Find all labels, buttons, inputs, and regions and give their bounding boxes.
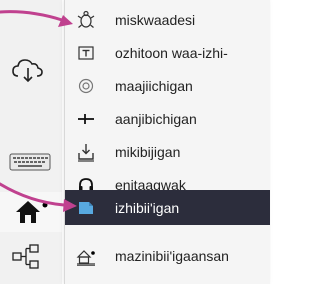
menu-item-label: ozhitoon waa-izhi- xyxy=(115,44,228,61)
menu-item-label: maajiichigan xyxy=(115,77,193,94)
menu-item-mazinibiiigaansan[interactable]: mazinibii'igaansan xyxy=(65,239,270,272)
turtle-icon xyxy=(75,9,97,31)
menu-item-label: mazinibii'igaansan xyxy=(115,247,229,264)
diagram-button[interactable] xyxy=(0,237,62,277)
cloud-download-icon xyxy=(12,59,43,83)
document-folded-icon xyxy=(75,197,97,219)
keyboard-button[interactable] xyxy=(0,142,62,182)
menu-item-miskwaadesi[interactable]: miskwaadesi xyxy=(65,3,270,36)
menu-item-mikibijigan[interactable]: mikibijigan xyxy=(65,135,270,168)
menu-item-label: mikibijigan xyxy=(115,143,181,160)
left-toolbar xyxy=(0,0,62,284)
menu-item-label: izhibii'igan xyxy=(115,199,180,216)
app-window: miskwaadesi ozhitoon waa-izhi- maajiichi… xyxy=(0,0,270,284)
diagram-icon xyxy=(12,244,39,269)
dropdown-menu: miskwaadesi ozhitoon waa-izhi- maajiichi… xyxy=(64,0,270,284)
adjust-slider-icon xyxy=(75,108,97,130)
cloud-download-button[interactable] xyxy=(0,50,62,90)
menu-item-maajiichigan[interactable]: maajiichigan xyxy=(65,69,270,102)
menu-item-label: aanjibichigan xyxy=(115,110,197,127)
menu-item-izhibiiigan[interactable]: izhibii'igan xyxy=(65,190,270,225)
menu-item-label: miskwaadesi xyxy=(115,11,196,28)
menu-item-aanjibichigan[interactable]: aanjibichigan xyxy=(65,102,270,135)
keyboard-icon xyxy=(9,153,51,171)
text-box-icon xyxy=(75,42,97,64)
image-scene-icon xyxy=(75,245,97,267)
home-icon xyxy=(16,201,48,223)
menu-item-ozhitoon-waa-izhi[interactable]: ozhitoon waa-izhi- xyxy=(65,36,270,69)
home-button[interactable] xyxy=(0,192,62,232)
record-target-icon xyxy=(75,75,97,97)
download-tray-icon xyxy=(75,141,97,163)
